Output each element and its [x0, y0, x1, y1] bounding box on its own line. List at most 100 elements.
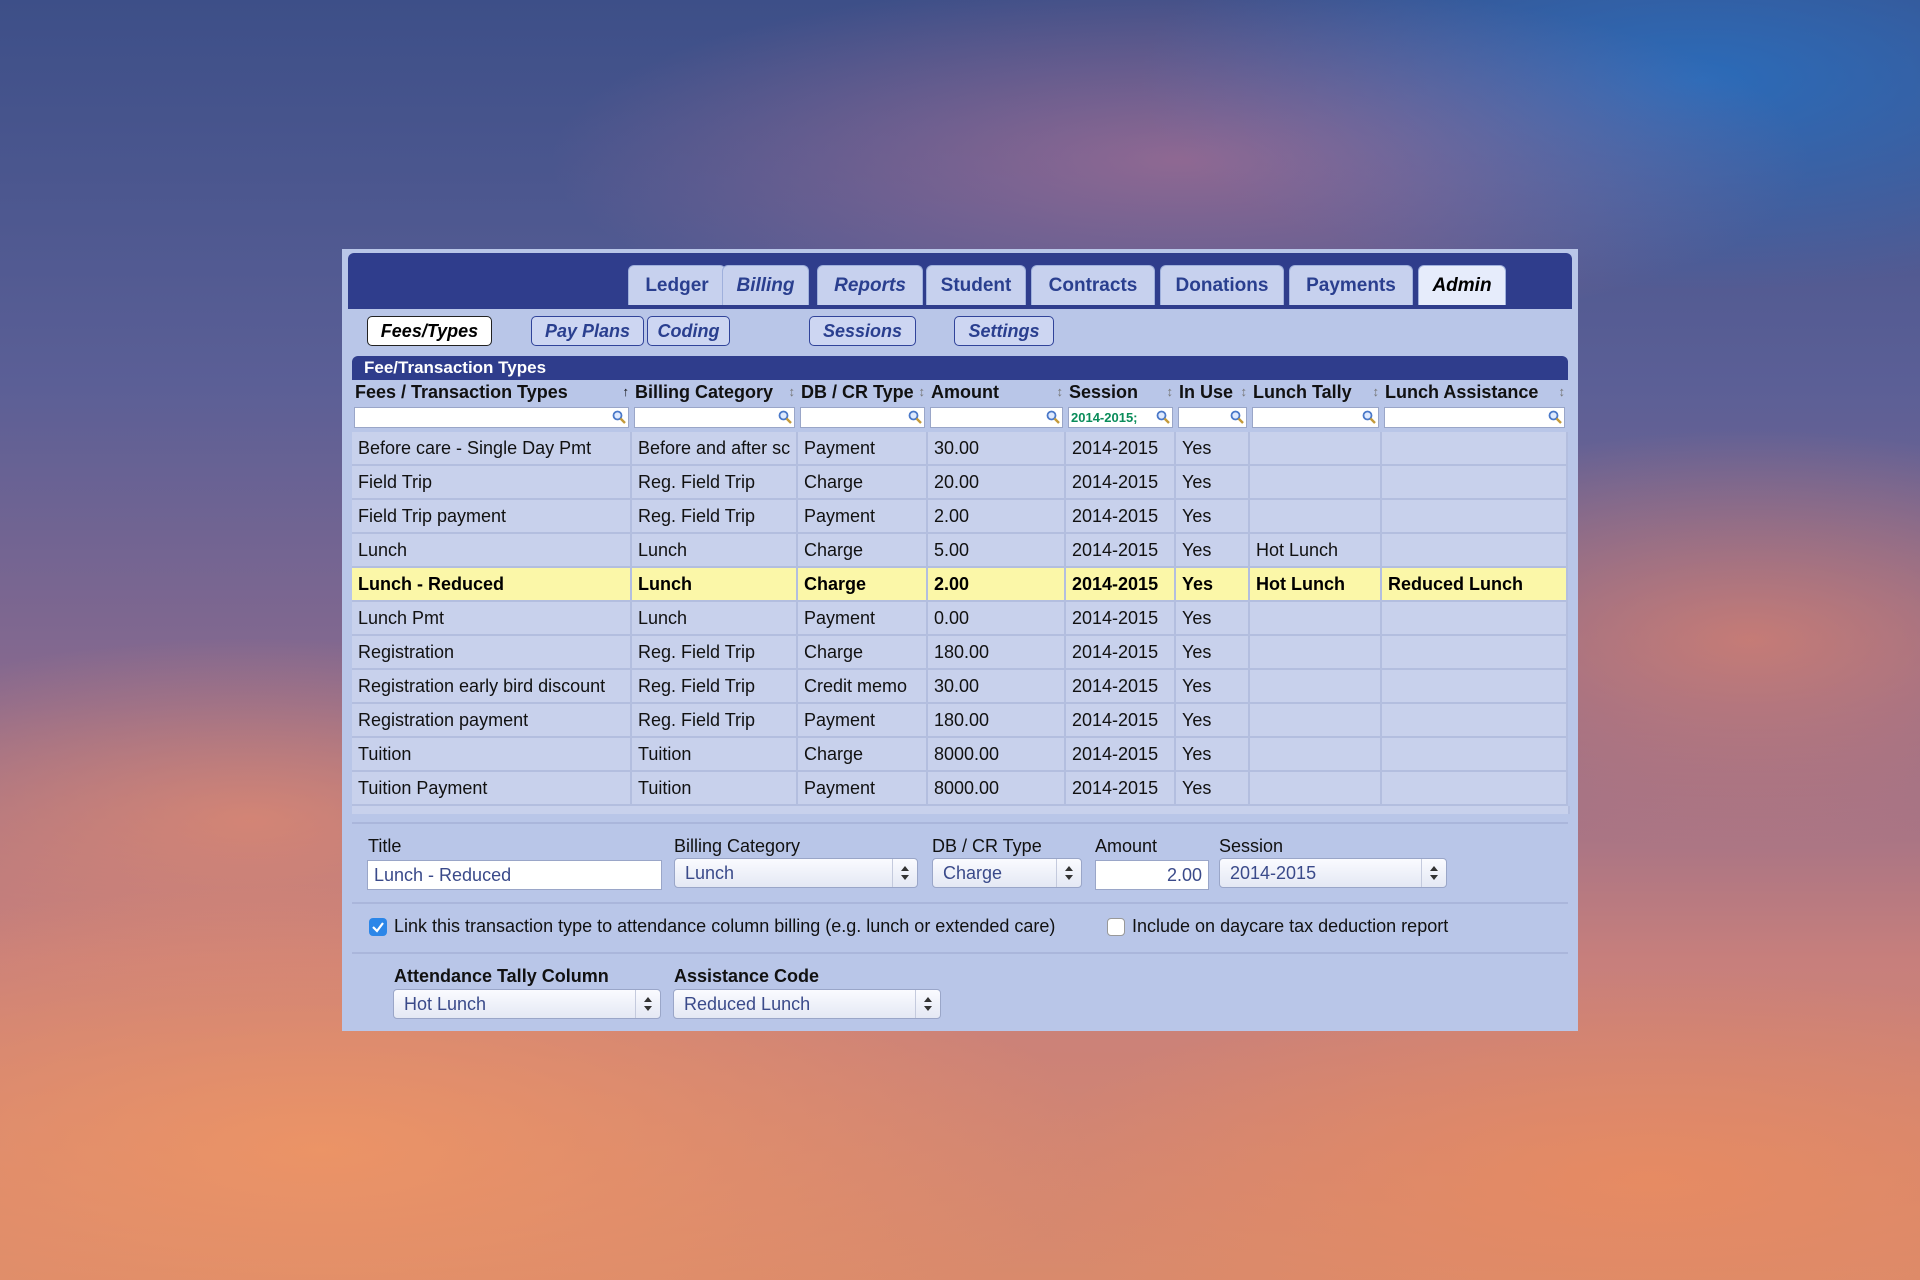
cell-amount: 180.00 [928, 636, 1066, 670]
table-row[interactable]: Field Trip Reg. Field Trip Charge 20.00 2014… [352, 466, 1568, 500]
column-header-fees-transaction-types[interactable]: Fees / Transaction Types ↑ [352, 380, 632, 404]
table-row[interactable]: Lunch Lunch Charge 5.00 2014-2015 Yes Hot Lunc… [352, 534, 1568, 568]
subtab-pay-plans[interactable]: Pay Plans [531, 316, 644, 346]
cell-fees-transaction-types: Field Trip [352, 466, 632, 500]
cell-billing-category: Reg. Field Trip [632, 466, 798, 500]
column-filter-amount[interactable] [930, 407, 1063, 428]
table-row[interactable]: Registration early bird discount Reg. Fie… [352, 670, 1568, 704]
billing-category-label: Billing Category [674, 836, 801, 856]
column-filter-session[interactable]: 2014-2015; [1068, 407, 1173, 428]
assistance-code-select[interactable]: Reduced Lunch [673, 989, 941, 1019]
table-row[interactable]: Tuition Tuition Charge 8000.00 2014-2015 Yes [352, 738, 1568, 772]
column-header-billing-category[interactable]: Billing Category ↕ [632, 380, 798, 404]
tab-contracts[interactable]: Contracts [1031, 265, 1155, 305]
column-header-label: Session [1069, 381, 1139, 402]
cell-db-cr-type: Charge [798, 534, 928, 568]
table-filter-row: 2014-2015; [352, 404, 1568, 432]
column-header-db-cr-type[interactable]: DB / CR Type ↕ [798, 380, 928, 404]
daycare-tax-label: Include on daycare tax deduction report [1132, 916, 1449, 936]
table-row[interactable]: Before care - Single Day Pmt Before and a… [352, 432, 1568, 466]
sort-icon[interactable]: ↕ [1241, 384, 1248, 399]
cell-lunch-assistance [1382, 704, 1568, 738]
subtab-coding[interactable]: Coding [647, 316, 730, 346]
sort-icon[interactable]: ↕ [789, 384, 796, 399]
tab-payments[interactable]: Payments [1289, 265, 1413, 305]
dbcr-type-select[interactable]: Charge [932, 858, 1082, 888]
session-select[interactable]: 2014-2015 [1219, 858, 1447, 888]
sort-icon[interactable]: ↕ [1559, 384, 1566, 399]
tab-admin[interactable]: Admin [1418, 265, 1506, 305]
attendance-tally-select[interactable]: Hot Lunch [393, 989, 661, 1019]
assistance-code-value: Reduced Lunch [684, 993, 811, 1014]
column-header-lunch-assistance[interactable]: Lunch Assistance ↕ [1382, 380, 1568, 404]
cell-session: 2014-2015 [1066, 534, 1176, 568]
cell-amount: 5.00 [928, 534, 1066, 568]
tab-donations[interactable]: Donations [1160, 265, 1284, 305]
search-icon [612, 410, 626, 424]
tab-student[interactable]: Student [926, 265, 1026, 305]
filter-value: 2014-2015; [1071, 410, 1138, 425]
column-header-label: Fees / Transaction Types [355, 381, 568, 402]
cell-in-use: Yes [1176, 500, 1250, 534]
assistance-code-label: Assistance Code [674, 966, 820, 986]
subtab-settings[interactable]: Settings [954, 316, 1054, 346]
link-attendance-checkbox[interactable] [369, 918, 387, 936]
cell-billing-category: Reg. Field Trip [632, 670, 798, 704]
cell-session: 2014-2015 [1066, 466, 1176, 500]
cell-amount: 0.00 [928, 602, 1066, 636]
cell-lunch-assistance [1382, 738, 1568, 772]
cell-amount: 30.00 [928, 670, 1066, 704]
cell-lunch-assistance [1382, 534, 1568, 568]
sort-icon[interactable]: ↕ [1167, 384, 1174, 399]
title-label: Title [368, 836, 402, 856]
checkmark-icon [372, 922, 384, 933]
table-row[interactable]: Lunch Pmt Lunch Payment 0.00 2014-2015 Yes [352, 602, 1568, 636]
table-row[interactable]: Registration payment Reg. Field Trip Payme… [352, 704, 1568, 738]
attendance-tally-label: Attendance Tally Column [394, 966, 609, 986]
sort-icon[interactable]: ↕ [919, 384, 926, 399]
column-header-amount[interactable]: Amount ↕ [928, 380, 1066, 404]
column-filter-billing-category[interactable] [634, 407, 795, 428]
column-filter-fees-transaction-types[interactable] [354, 407, 629, 428]
column-header-in-use[interactable]: In Use ↕ [1176, 380, 1250, 404]
sort-icon[interactable]: ↕ [1373, 384, 1380, 399]
select-arrows-icon [1421, 859, 1446, 887]
column-header-label: In Use [1179, 381, 1234, 402]
table-row[interactable]: Lunch - Reduced Lunch Charge 2.00 2014-2015 Y… [352, 568, 1568, 602]
link-attendance-label: Link this transaction type to attendance… [394, 916, 1056, 936]
column-filter-lunch-tally[interactable] [1252, 407, 1379, 428]
cell-amount: 2.00 [928, 568, 1066, 602]
subtab-sessions[interactable]: Sessions [809, 316, 916, 346]
table-row[interactable]: Tuition Payment Tuition Payment 8000.00 2014… [352, 772, 1568, 806]
search-icon [1548, 410, 1562, 424]
tab-billing[interactable]: Billing [722, 265, 809, 305]
column-filter-in-use[interactable] [1178, 407, 1247, 428]
title-input[interactable]: Lunch - Reduced [367, 860, 662, 890]
cell-lunch-assistance [1382, 772, 1568, 806]
subtab-fees-types[interactable]: Fees/Types [367, 316, 492, 346]
tab-reports[interactable]: Reports [817, 265, 923, 305]
cell-fees-transaction-types: Lunch Pmt [352, 602, 632, 636]
cell-session: 2014-2015 [1066, 772, 1176, 806]
cell-lunch-assistance [1382, 432, 1568, 466]
daycare-tax-checkbox[interactable] [1107, 918, 1125, 936]
column-header-lunch-tally[interactable]: Lunch Tally ↕ [1250, 380, 1382, 404]
sort-icon[interactable]: ↕ [1057, 384, 1064, 399]
column-filter-db-cr-type[interactable] [800, 407, 925, 428]
session-value: 2014-2015 [1230, 862, 1317, 883]
cell-billing-category: Lunch [632, 534, 798, 568]
table-row[interactable]: Field Trip payment Reg. Field Trip Payment… [352, 500, 1568, 534]
cell-fees-transaction-types: Tuition Payment [352, 772, 632, 806]
amount-input[interactable]: 2.00 [1095, 860, 1209, 890]
billing-category-select[interactable]: Lunch [674, 858, 918, 888]
tab-ledger[interactable]: Ledger [628, 265, 726, 305]
cell-billing-category: Before and after sc [632, 432, 798, 466]
cell-amount: 8000.00 [928, 772, 1066, 806]
sort-ascending-icon[interactable]: ↑ [623, 384, 630, 399]
cell-db-cr-type: Charge [798, 466, 928, 500]
table-row[interactable]: Registration Reg. Field Trip Charge 180.00 2… [352, 636, 1568, 670]
cell-fees-transaction-types: Registration payment [352, 704, 632, 738]
cell-billing-category: Reg. Field Trip [632, 500, 798, 534]
column-filter-lunch-assistance[interactable] [1384, 407, 1565, 428]
column-header-session[interactable]: Session ↕ [1066, 380, 1176, 404]
